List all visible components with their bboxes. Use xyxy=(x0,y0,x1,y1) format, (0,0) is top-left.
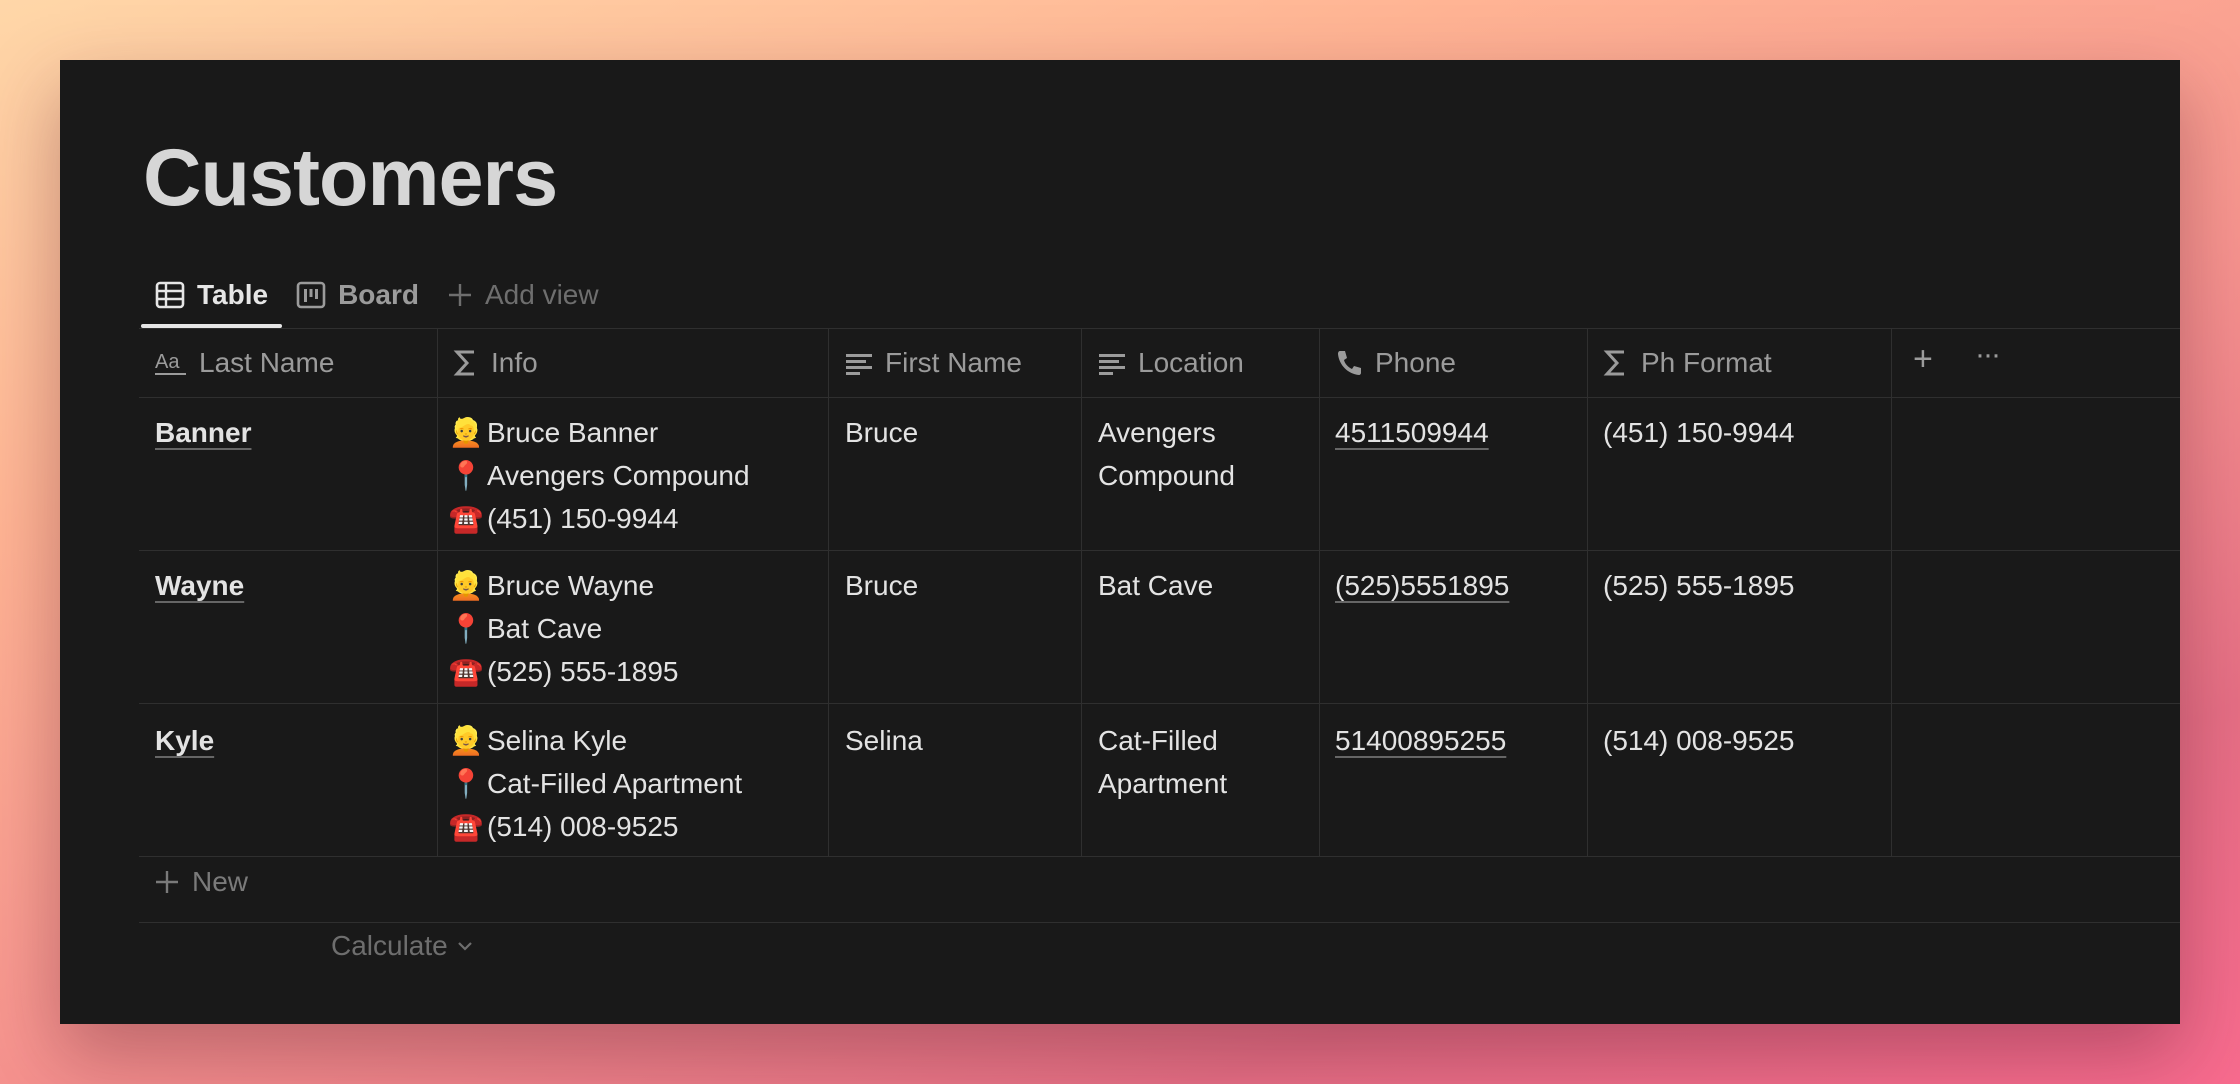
ph-format-cell[interactable]: (525) 555-1895 xyxy=(1603,564,1794,607)
sigma-formula-icon xyxy=(1603,348,1629,378)
last-name-link[interactable]: Kyle xyxy=(155,725,214,756)
pin-emoji-icon: 📍 xyxy=(448,613,484,644)
column-header-ph-format[interactable]: Ph Format xyxy=(1603,329,1772,397)
column-header-label: Ph Format xyxy=(1641,347,1772,378)
table-divider xyxy=(139,397,2180,398)
table-row[interactable]: Kyle xyxy=(155,719,214,762)
column-header-info[interactable]: Info xyxy=(453,329,538,397)
last-name-link[interactable]: Banner xyxy=(155,417,251,448)
phone-cell[interactable]: 51400895255 xyxy=(1335,719,1506,762)
column-divider xyxy=(1319,328,1320,856)
view-tabs: Table Board Add view xyxy=(140,268,627,328)
tab-table[interactable]: Table xyxy=(140,268,283,328)
column-header-location[interactable]: Location xyxy=(1098,329,1244,397)
first-name-cell[interactable]: Bruce xyxy=(845,411,918,454)
column-header-label: Phone xyxy=(1375,347,1456,378)
text-lines-icon xyxy=(1098,348,1126,378)
column-divider xyxy=(437,328,438,856)
telephone-emoji-icon: ☎️ xyxy=(448,656,484,687)
tab-table-label: Table xyxy=(197,279,269,310)
location-cell[interactable]: Bat Cave xyxy=(1098,564,1213,607)
table-divider xyxy=(139,922,2180,923)
table-divider xyxy=(139,550,2180,551)
info-cell[interactable]: 👱 Selina Kyle 📍 Cat-Filled Apartment ☎️ (51… xyxy=(448,719,743,848)
info-cell[interactable]: 👱 Bruce Banner 📍 Avengers Compound ☎️ (451)… xyxy=(448,411,750,540)
add-view-label: Add view xyxy=(484,279,599,310)
sigma-formula-icon xyxy=(453,348,479,378)
phone-cell[interactable]: 4511509944 xyxy=(1335,411,1489,454)
add-column-button[interactable]: + xyxy=(1913,340,1933,379)
pin-emoji-icon: 📍 xyxy=(448,460,484,491)
title-text-icon: Aa xyxy=(155,348,187,378)
tab-board[interactable]: Board xyxy=(296,268,419,322)
board-icon xyxy=(296,280,326,310)
person-emoji-icon: 👱 xyxy=(448,570,484,601)
more-options-button[interactable]: ··· xyxy=(1975,338,2001,372)
phone-cell[interactable]: (525)5551895 xyxy=(1335,564,1509,607)
info-name: Bruce Wayne xyxy=(487,570,655,601)
new-row-button[interactable]: New xyxy=(154,866,248,898)
info-place: Cat-Filled Apartment xyxy=(487,768,743,799)
location-line: Avengers xyxy=(1098,417,1216,448)
table-row[interactable]: Wayne xyxy=(155,564,244,607)
location-cell[interactable]: Cat-Filled Apartment xyxy=(1098,719,1227,805)
location-line: Apartment xyxy=(1098,768,1228,799)
ph-format-cell[interactable]: (451) 150-9944 xyxy=(1603,411,1794,454)
info-phone: (525) 555-1895 xyxy=(487,656,679,687)
tab-board-label: Board xyxy=(338,279,419,310)
column-divider xyxy=(828,328,829,856)
ph-format-cell[interactable]: (514) 008-9525 xyxy=(1603,719,1794,762)
page-title: Customers xyxy=(143,133,558,223)
new-row-label: New xyxy=(192,866,249,897)
info-name: Bruce Banner xyxy=(487,417,659,448)
pin-emoji-icon: 📍 xyxy=(448,768,484,799)
info-phone: (451) 150-9944 xyxy=(487,503,679,534)
column-divider xyxy=(1587,328,1588,856)
info-phone: (514) 008-9525 xyxy=(487,811,679,842)
column-divider xyxy=(1891,328,1892,856)
info-place: Bat Cave xyxy=(487,613,603,644)
calculate-button[interactable]: Calculate xyxy=(331,930,474,962)
plus-icon xyxy=(447,282,473,308)
table-row[interactable]: Banner xyxy=(155,411,251,454)
table-icon xyxy=(155,280,185,310)
info-cell[interactable]: 👱 Bruce Wayne 📍 Bat Cave ☎️ (525) 555-1895 xyxy=(448,564,679,693)
person-emoji-icon: 👱 xyxy=(448,725,484,756)
table-divider xyxy=(139,856,2180,857)
first-name-cell[interactable]: Selina xyxy=(845,719,923,762)
first-name-cell[interactable]: Bruce xyxy=(845,564,918,607)
plus-icon xyxy=(154,869,180,895)
phone-icon xyxy=(1335,348,1363,378)
location-line: Bat Cave xyxy=(1098,570,1214,601)
info-name: Selina Kyle xyxy=(487,725,628,756)
column-header-label: First Name xyxy=(885,347,1022,378)
svg-text:Aa: Aa xyxy=(155,351,180,373)
phone-link[interactable]: (525)5551895 xyxy=(1335,570,1509,601)
location-line: Compound xyxy=(1098,460,1235,491)
table-divider xyxy=(139,703,2180,704)
phone-link[interactable]: 4511509944 xyxy=(1335,417,1489,448)
info-place: Avengers Compound xyxy=(487,460,750,491)
telephone-emoji-icon: ☎️ xyxy=(448,811,484,842)
chevron-down-icon xyxy=(456,937,474,955)
column-header-first-name[interactable]: First Name xyxy=(845,329,1022,397)
location-cell[interactable]: Avengers Compound xyxy=(1098,411,1235,497)
app-window: Customers Table Board Add view Aa Last N… xyxy=(60,60,2180,1024)
column-header-phone[interactable]: Phone xyxy=(1335,329,1456,397)
column-divider xyxy=(1081,328,1082,856)
column-header-label: Info xyxy=(491,347,538,378)
last-name-link[interactable]: Wayne xyxy=(155,570,244,601)
person-emoji-icon: 👱 xyxy=(448,417,484,448)
calculate-label: Calculate xyxy=(331,930,448,961)
telephone-emoji-icon: ☎️ xyxy=(448,503,484,534)
column-header-label: Last Name xyxy=(199,347,335,378)
phone-link[interactable]: 51400895255 xyxy=(1335,725,1506,756)
text-lines-icon xyxy=(845,348,873,378)
add-view-button[interactable]: Add view xyxy=(447,268,599,322)
location-line: Cat-Filled xyxy=(1098,725,1218,756)
column-header-label: Location xyxy=(1138,347,1244,378)
column-header-last-name[interactable]: Aa Last Name xyxy=(155,329,334,397)
